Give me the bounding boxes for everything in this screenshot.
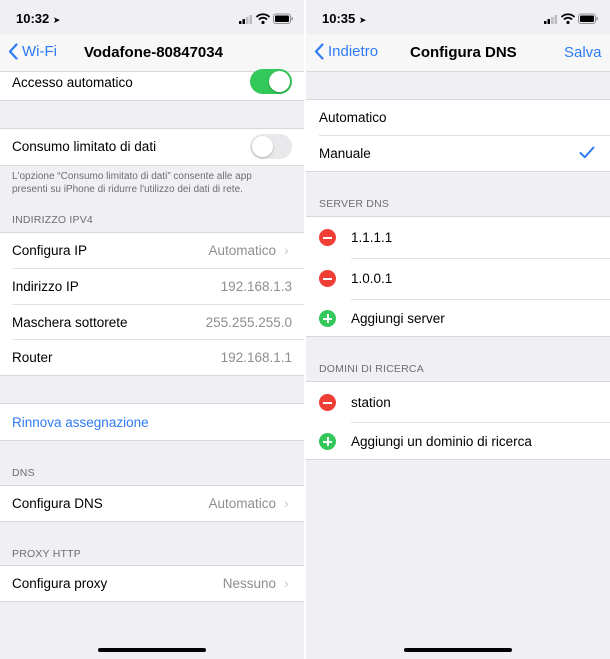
chevron-right-icon: › <box>284 495 289 511</box>
chevron-right-icon: › <box>284 242 289 258</box>
renew-lease-cell[interactable]: Rinnova assegnazione <box>0 404 304 440</box>
remove-circle-icon[interactable] <box>319 229 336 246</box>
back-chevron-icon <box>8 43 18 60</box>
auto-join-toggle[interactable] <box>250 69 292 94</box>
search-domains-group: station Aggiungi un dominio di ricerca <box>306 382 610 459</box>
configure-dns-row[interactable]: Configura DNS Automatico › <box>0 486 304 521</box>
home-indicator[interactable] <box>98 648 206 652</box>
mode-manual-label: Manuale <box>319 146 371 161</box>
auto-join-label: Accesso automatico <box>12 75 133 90</box>
back-button[interactable]: Wi-Fi <box>8 43 57 60</box>
search-domains-header: DOMINI DI RICERCA <box>319 363 424 375</box>
router-label: Router <box>12 350 53 365</box>
add-circle-icon[interactable] <box>319 433 336 450</box>
low-data-label: Consumo limitato di dati <box>12 139 157 154</box>
subnet-mask-value: 255.255.255.0 <box>205 315 292 330</box>
router-value: 192.168.1.1 <box>220 350 292 365</box>
ip-address-value: 192.168.1.3 <box>220 279 292 294</box>
add-circle-icon[interactable] <box>319 310 336 327</box>
back-button-label: Wi-Fi <box>22 43 57 60</box>
dns-servers-group: 1.1.1.1 1.0.0.1 Aggiungi server <box>306 217 610 336</box>
back-button[interactable]: Indietro <box>314 43 378 60</box>
battery-icon <box>273 13 293 24</box>
wifi-details-screen: 10:32 ➤ Wi-Fi Vodafone-80847034 Accesso … <box>0 0 304 659</box>
ipv4-section-header: INDIRIZZO IPV4 <box>12 214 93 226</box>
low-data-cell: Consumo limitato di dati <box>0 129 304 165</box>
checkmark-icon <box>579 146 595 159</box>
dns-servers-header: SERVER DNS <box>319 198 390 210</box>
proxy-section-header: PROXY HTTP <box>12 548 81 560</box>
save-button[interactable]: Salva <box>564 44 602 61</box>
configure-dns-value: Automatico <box>208 496 276 511</box>
wifi-icon <box>560 13 576 25</box>
domain-name: station <box>351 395 391 410</box>
navigation-bar: Wi-Fi Vodafone-80847034 <box>0 34 304 72</box>
mode-automatic-label: Automatico <box>319 110 387 125</box>
low-data-footer: L'opzione “Consumo limitato di dati” con… <box>12 170 252 196</box>
configure-proxy-row[interactable]: Configura proxy Nessuno › <box>0 566 304 601</box>
ipv4-group: Configura IP Automatico › Indirizzo IP 1… <box>0 233 304 375</box>
location-arrow-icon: ➤ <box>52 15 61 25</box>
page-title: Vodafone-80847034 <box>84 44 223 61</box>
configure-proxy-label: Configura proxy <box>12 576 108 591</box>
status-time-text: 10:32 <box>16 11 50 26</box>
page-title: Configura DNS <box>410 44 517 61</box>
status-time: 10:35 ➤ <box>322 11 366 26</box>
chevron-right-icon: › <box>284 575 289 591</box>
configure-ip-value: Automatico <box>208 243 276 258</box>
ip-address-label: Indirizzo IP <box>12 279 79 294</box>
status-indicators <box>239 12 293 25</box>
signal-icon <box>239 15 252 24</box>
renew-lease-button[interactable]: Rinnova assegnazione <box>12 415 149 430</box>
add-domain-label: Aggiungi un dominio di ricerca <box>351 434 532 449</box>
server-address: 1.0.0.1 <box>351 271 393 286</box>
subnet-mask-label: Maschera sottorete <box>12 315 128 330</box>
signal-icon <box>544 15 557 24</box>
dns-mode-group: Automatico Manuale <box>306 100 610 171</box>
configure-ip-label: Configura IP <box>12 243 88 258</box>
add-server-label: Aggiungi server <box>351 311 445 326</box>
wifi-icon <box>255 13 271 25</box>
status-time: 10:32 ➤ <box>16 11 60 26</box>
configure-proxy-value: Nessuno <box>222 576 276 591</box>
server-address: 1.1.1.1 <box>351 230 393 245</box>
auto-join-cell: Accesso automatico <box>0 69 304 100</box>
back-chevron-icon <box>314 43 324 60</box>
remove-circle-icon[interactable] <box>319 270 336 287</box>
status-time-text: 10:35 <box>322 11 356 26</box>
low-data-footer-line2: presenti su iPhone di ridurre l'utilizzo… <box>12 184 243 195</box>
dns-section-header: DNS <box>12 467 35 479</box>
low-data-footer-line1: L'opzione “Consumo limitato di dati” con… <box>12 171 252 182</box>
back-button-label: Indietro <box>328 43 379 60</box>
location-arrow-icon: ➤ <box>358 15 367 25</box>
configure-dns-label: Configura DNS <box>12 496 103 511</box>
navigation-bar: Indietro Configura DNS Salva <box>306 34 610 72</box>
low-data-toggle[interactable] <box>250 134 292 159</box>
configure-dns-screen: 10:35 ➤ Indietro Configura DNS Salva Aut… <box>306 0 610 659</box>
remove-circle-icon[interactable] <box>319 394 336 411</box>
battery-icon <box>578 13 598 24</box>
home-indicator[interactable] <box>404 648 512 652</box>
status-indicators <box>544 12 598 25</box>
